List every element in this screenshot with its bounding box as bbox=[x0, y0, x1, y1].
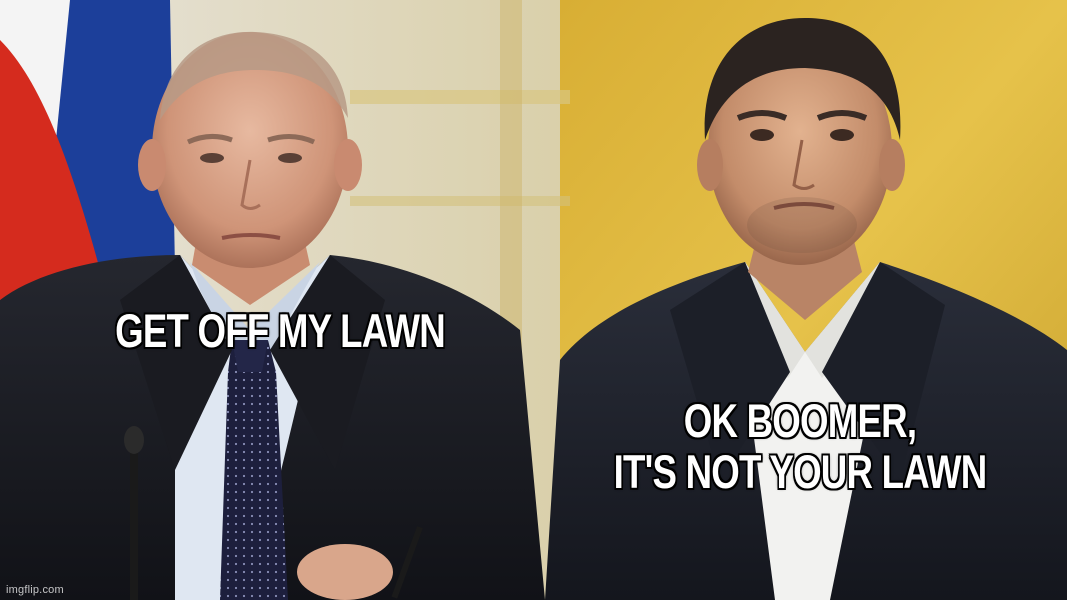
caption-right-line-2: IT'S NOT YOUR LAWN bbox=[613, 444, 988, 498]
caption-right-line-1: OK BOOMER, bbox=[683, 394, 917, 447]
caption-left: GET OFF MY LAWN bbox=[115, 304, 446, 357]
caption-right: OK BOOMER, IT'S NOT YOUR LAWN bbox=[601, 394, 999, 498]
watermark: imgflip.com bbox=[6, 584, 64, 596]
meme-image: GET OFF MY LAWN OK BOOMER, IT'S NOT YOUR… bbox=[0, 0, 1067, 600]
meme-photo-scene bbox=[0, 0, 1067, 600]
